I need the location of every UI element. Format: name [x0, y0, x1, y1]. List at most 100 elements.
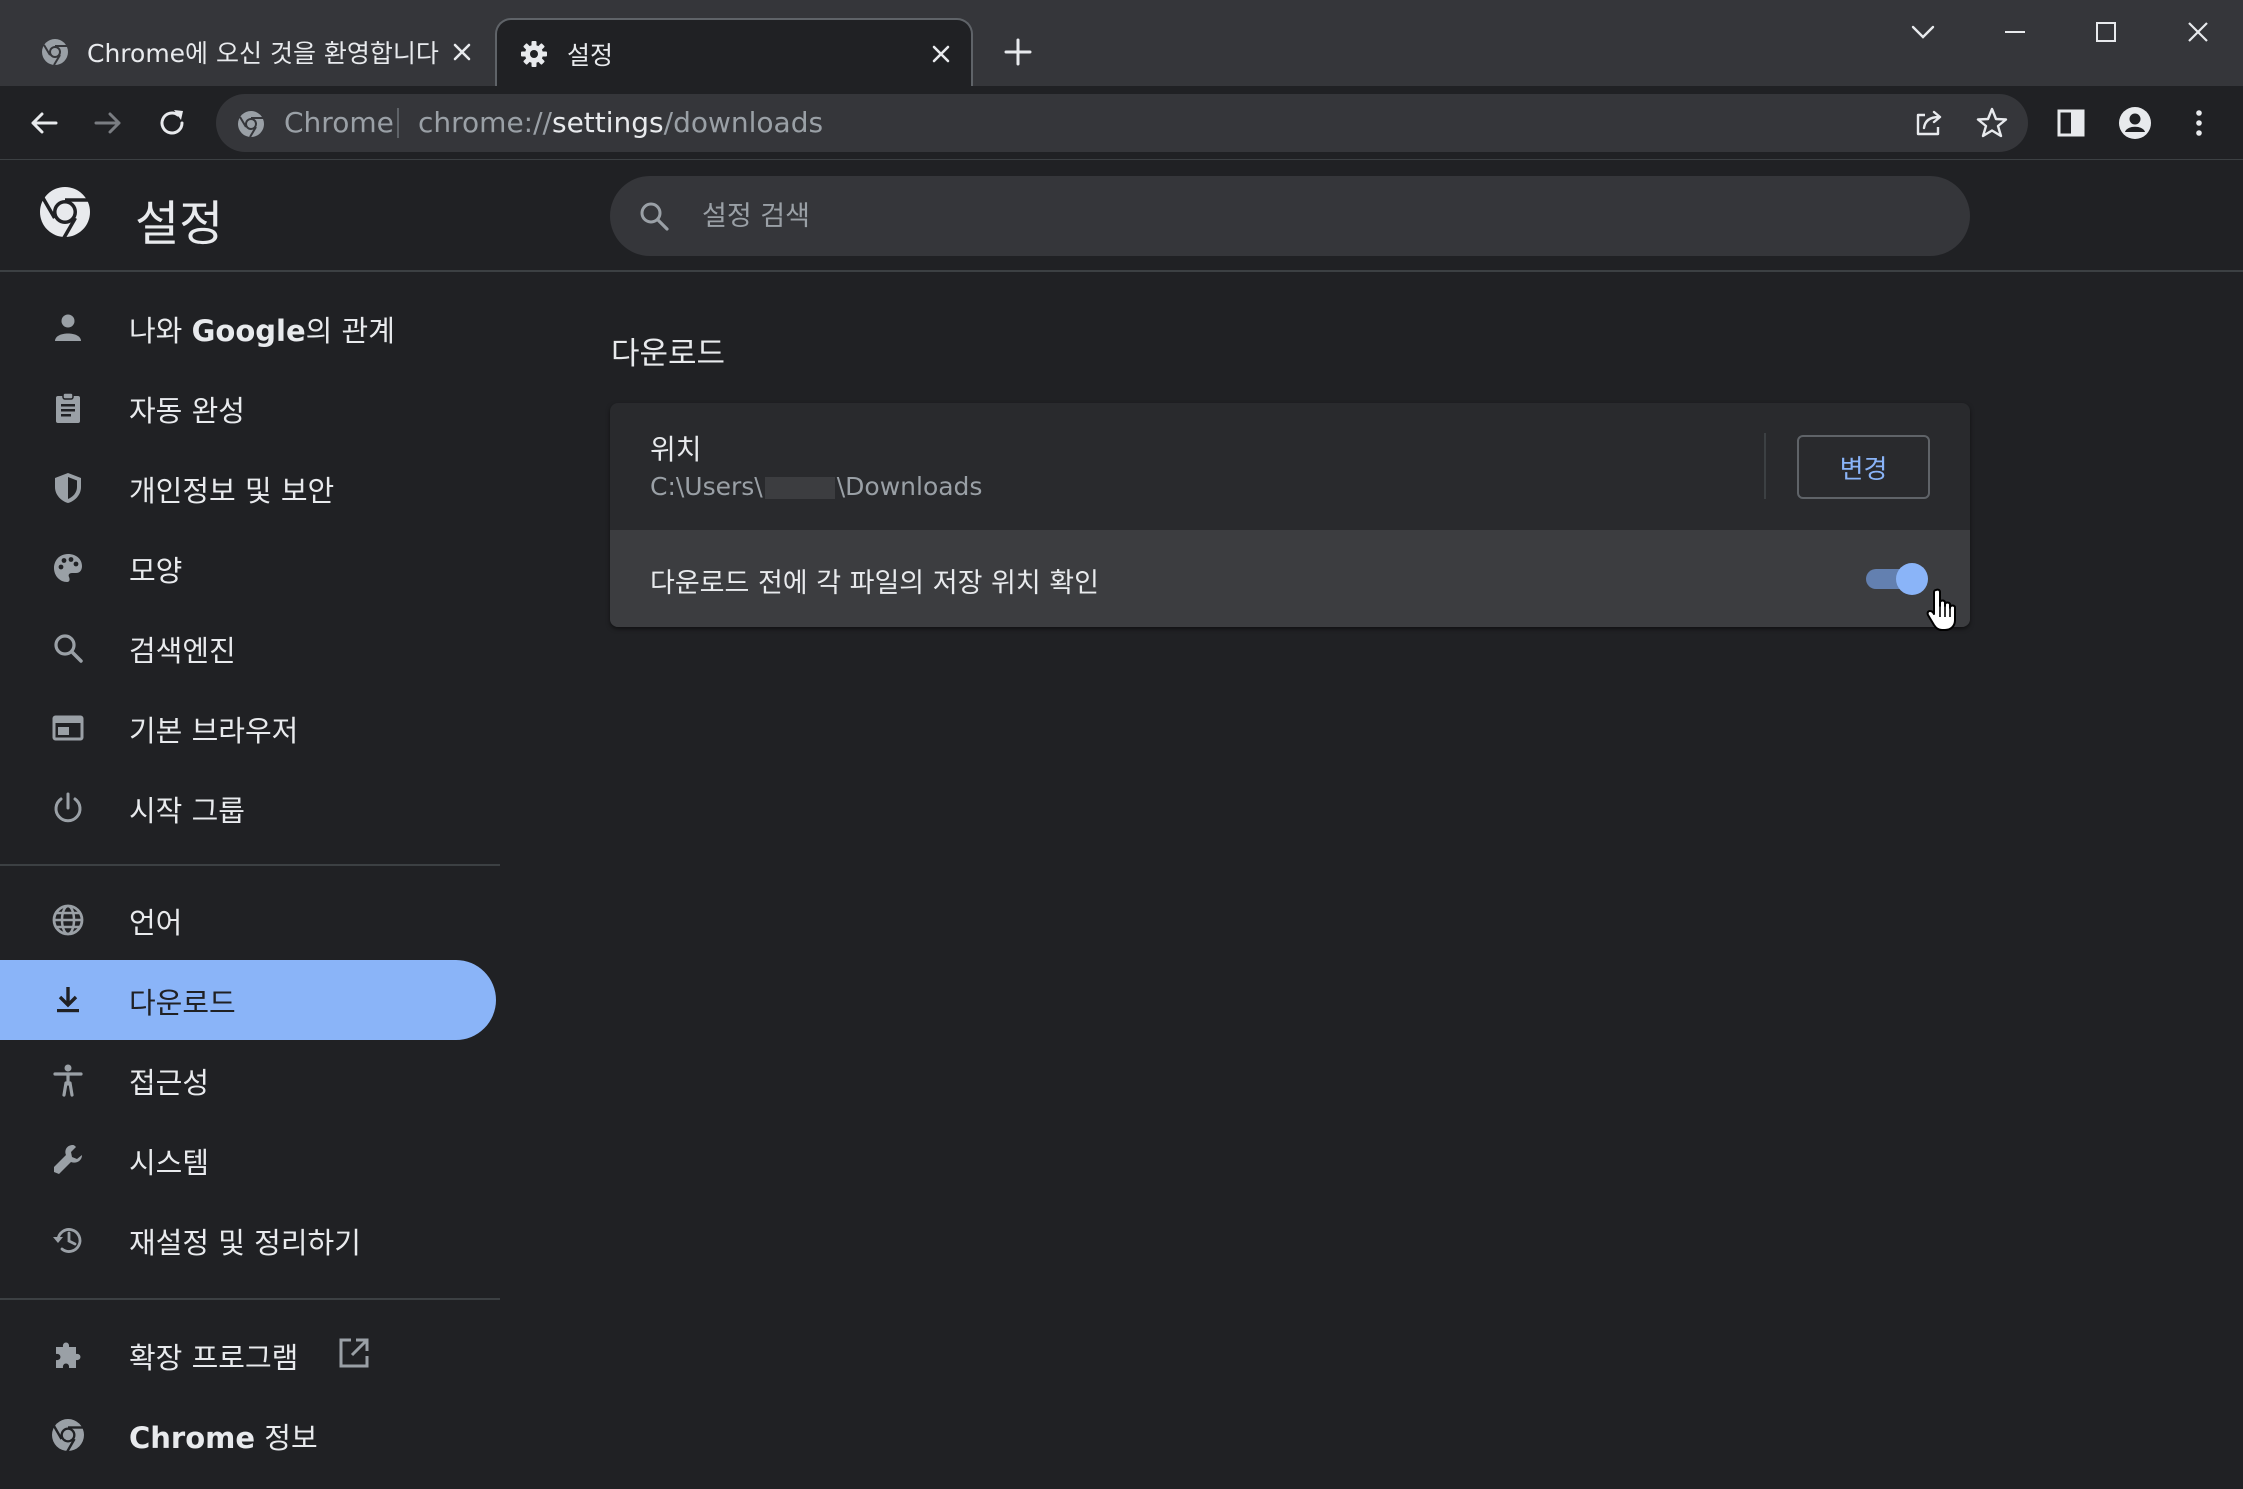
label-part: 의 관계 — [305, 314, 395, 348]
sidebar-item-accessibility[interactable]: 접근성 — [0, 1040, 496, 1120]
sidebar-item-label: Chrome 정보 — [129, 1415, 318, 1457]
sidebar-item-label: 재설정 및 정리하기 — [129, 1226, 361, 1260]
label-part-bold: Google — [191, 314, 306, 348]
divider — [0, 864, 500, 866]
history-icon — [53, 1228, 82, 1253]
tab-strip: Chrome에 오신 것을 환영합니다 설정 — [0, 0, 2243, 86]
sidebar-item-label: 자동 완성 — [129, 394, 245, 428]
back-icon[interactable] — [26, 105, 62, 141]
url-scheme: chrome:// — [418, 106, 552, 139]
divider — [1764, 433, 1766, 499]
location-row: 위치 C:\Users\ \Downloads 변경 — [610, 403, 1970, 530]
url-path: /downloads — [663, 106, 824, 139]
sidebar-item-label: 다운로드 — [129, 986, 236, 1020]
label-part-bold: Chrome — [129, 1421, 256, 1455]
kebab-menu-icon[interactable] — [2181, 105, 2217, 141]
download-icon — [57, 987, 79, 1013]
gear-icon — [521, 41, 547, 67]
sidebar-item-extensions[interactable]: 확장 프로그램 — [0, 1315, 496, 1395]
page-title: 설정 — [135, 196, 224, 252]
bookmark-star-icon[interactable] — [1974, 105, 2010, 141]
maximize-icon[interactable] — [2089, 15, 2123, 49]
sidebar-item-reset[interactable]: 재설정 및 정리하기 — [0, 1200, 496, 1280]
label-part: 정보 — [255, 1421, 318, 1455]
close-icon[interactable] — [929, 42, 953, 66]
address-bar[interactable]: Chrome chrome://settings/downloads — [216, 94, 2028, 152]
tab-settings[interactable]: 설정 — [495, 18, 973, 86]
sidebar-item-label: 기본 브라우저 — [129, 714, 299, 748]
new-tab-icon[interactable] — [1003, 37, 1033, 67]
hand-cursor-icon — [1926, 588, 1956, 631]
sidebar: 나와 Google의 관계 자동 완성 개인정보 및 보안 모양 검색엔진 기본… — [0, 272, 500, 1489]
share-icon[interactable] — [1911, 105, 1947, 141]
location-path: C:\Users\ \Downloads — [650, 472, 982, 501]
chrome-icon — [42, 39, 68, 66]
sidebar-item-autofill[interactable]: 자동 완성 — [0, 368, 496, 448]
tab-title: 설정 — [567, 41, 614, 70]
settings-search[interactable] — [610, 176, 1970, 256]
tab-search-chevron-icon[interactable] — [1906, 15, 1940, 49]
toggle-knob — [1896, 563, 1928, 595]
open-in-new-icon — [339, 1338, 369, 1368]
path-suffix: \Downloads — [836, 472, 983, 501]
search-icon — [54, 634, 83, 663]
sidebar-item-default-browser[interactable]: 기본 브라우저 — [0, 688, 496, 768]
settings-header: 설정 — [0, 160, 2243, 272]
sidebar-item-label: 언어 — [129, 906, 183, 940]
origin-chip: Chrome — [284, 106, 394, 139]
toolbar: Chrome chrome://settings/downloads — [0, 86, 2243, 160]
sidebar-item-label: 접근성 — [129, 1066, 210, 1100]
sidebar-item-privacy[interactable]: 개인정보 및 보안 — [0, 448, 496, 528]
tab-welcome[interactable]: Chrome에 오신 것을 환영합니다 — [20, 18, 485, 86]
section-title: 다운로드 — [611, 336, 726, 372]
close-icon[interactable] — [450, 40, 474, 64]
sidebar-item-system[interactable]: 시스템 — [0, 1120, 496, 1200]
sidebar-item-languages[interactable]: 언어 — [0, 880, 496, 960]
puzzle-icon — [56, 1342, 81, 1368]
wrench-icon — [54, 1145, 82, 1174]
globe-icon — [52, 904, 84, 936]
sidebar-item-search-engine[interactable]: 검색엔진 — [0, 608, 496, 688]
ask-location-row[interactable]: 다운로드 전에 각 파일의 저장 위치 확인 — [610, 530, 1970, 631]
divider — [0, 1298, 500, 1300]
url-text: chrome://settings/downloads — [418, 106, 823, 139]
sidebar-item-label: 시작 그룹 — [129, 794, 245, 828]
sidebar-item-label: 모양 — [129, 554, 183, 588]
forward-icon[interactable] — [90, 105, 126, 141]
sidebar-item-label: 개인정보 및 보안 — [129, 474, 335, 508]
browser-icon — [52, 715, 84, 741]
sidebar-item-label: 확장 프로그램 — [129, 1341, 299, 1375]
side-panel-icon[interactable] — [2053, 105, 2089, 141]
chrome-icon — [238, 111, 264, 138]
sidebar-item-on-startup[interactable]: 시작 그룹 — [0, 768, 496, 848]
person-icon — [55, 314, 81, 341]
path-prefix: C:\Users\ — [650, 472, 763, 501]
sidebar-item-you-and-google[interactable]: 나와 Google의 관계 — [0, 288, 496, 368]
sidebar-item-downloads[interactable]: 다운로드 — [0, 960, 496, 1040]
profile-avatar-icon[interactable] — [2117, 105, 2153, 141]
redacted-username — [764, 477, 835, 499]
search-icon — [640, 202, 669, 231]
clipboard-icon — [56, 392, 80, 423]
ask-location-toggle[interactable] — [1866, 563, 1928, 595]
search-input[interactable] — [702, 196, 1902, 236]
palette-icon — [54, 554, 82, 582]
sidebar-item-label: 검색엔진 — [129, 634, 236, 668]
minimize-icon[interactable] — [1998, 15, 2032, 49]
sidebar-item-label: 시스템 — [129, 1146, 210, 1180]
downloads-card: 위치 C:\Users\ \Downloads 변경 다운로드 전에 각 파일의 … — [610, 403, 1970, 631]
divider — [397, 108, 399, 138]
label-part: 나와 — [129, 314, 192, 348]
url-host: settings — [551, 106, 664, 139]
tab-title: Chrome에 오신 것을 환영합니다 — [87, 39, 439, 68]
sidebar-item-about-chrome[interactable]: Chrome 정보 — [0, 1395, 496, 1475]
shield-icon — [55, 473, 81, 503]
chrome-icon — [52, 1419, 84, 1453]
ask-location-label: 다운로드 전에 각 파일의 저장 위치 확인 — [650, 568, 1099, 599]
window-close-icon[interactable] — [2181, 15, 2215, 49]
sidebar-item-appearance[interactable]: 모양 — [0, 528, 496, 608]
reload-icon[interactable] — [154, 105, 190, 141]
change-location-button[interactable]: 변경 — [1797, 435, 1930, 499]
sidebar-item-label: 나와 Google의 관계 — [129, 308, 395, 350]
accessibility-icon — [53, 1064, 83, 1097]
